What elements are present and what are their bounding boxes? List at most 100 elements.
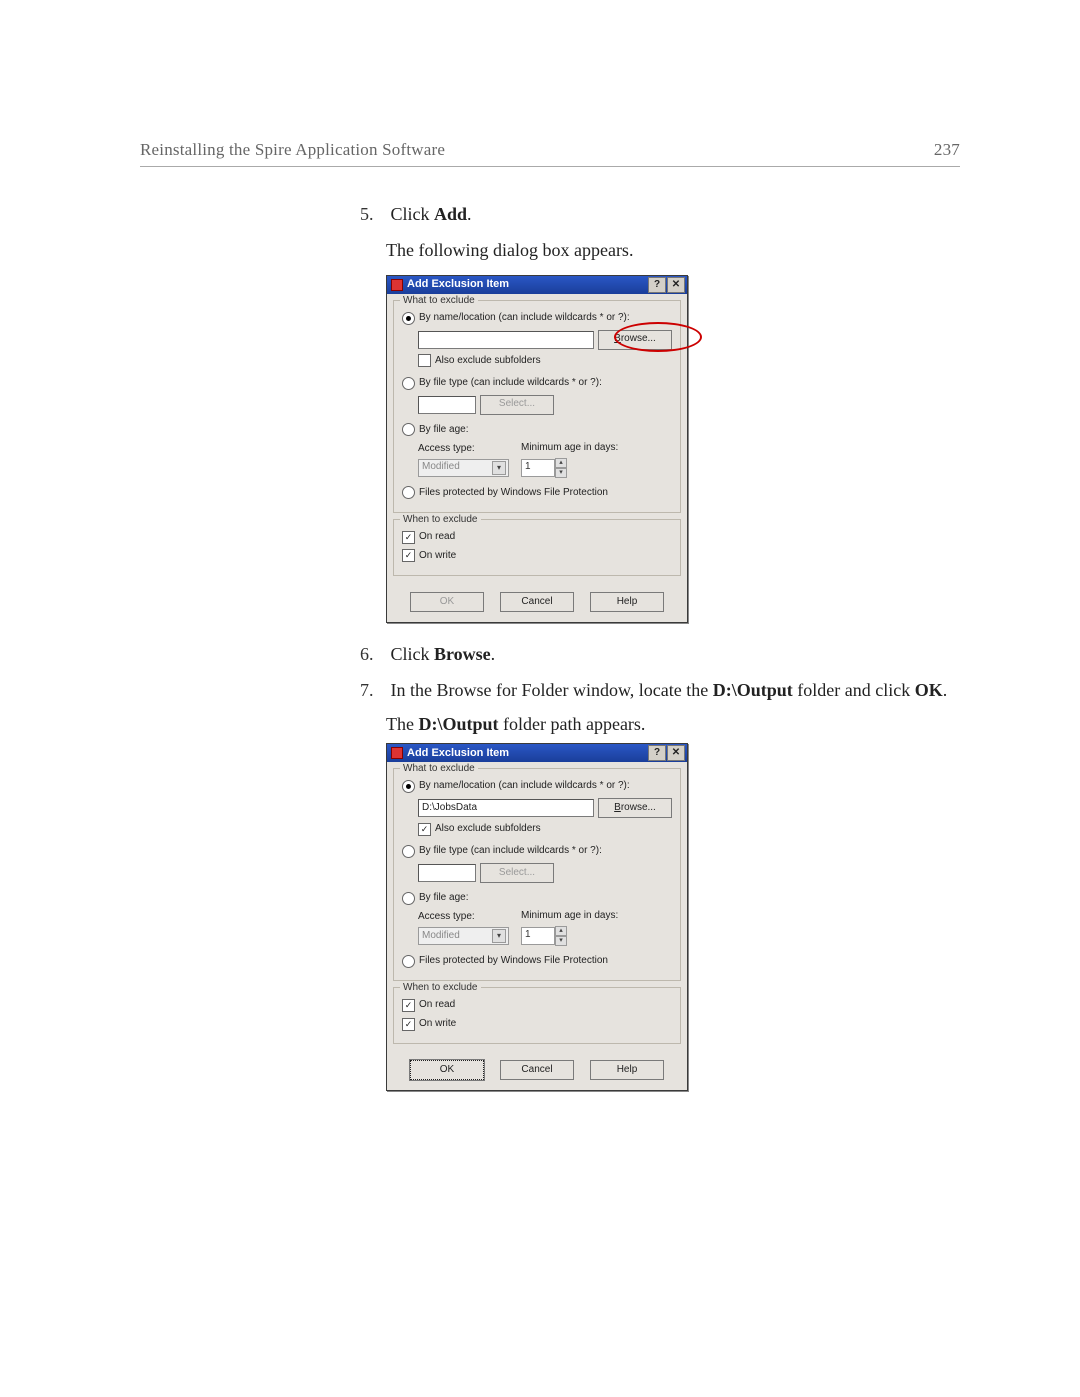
figure-dialog-1: Add Exclusion Item ? ✕ What to exclude B…: [386, 275, 960, 623]
on-read-label: On read: [419, 530, 455, 545]
radio-by-type-label: By file type (can include wildcards * or…: [419, 376, 602, 391]
file-type-input: [418, 864, 476, 882]
group-when-to-exclude: When to exclude On read On write: [393, 987, 681, 1044]
also-subfolders-label: Also exclude subfolders: [435, 822, 541, 837]
chevron-down-icon: ▾: [492, 929, 506, 943]
access-type-label: Access type:: [418, 910, 509, 925]
dialog-button-bar: OK Cancel Help: [387, 1050, 687, 1090]
checkbox-also-subfolders[interactable]: [418, 354, 431, 367]
on-read-label: On read: [419, 998, 455, 1013]
opt-by-type-row[interactable]: By file type (can include wildcards * or…: [402, 376, 672, 391]
opt-by-type-row[interactable]: By file type (can include wildcards * or…: [402, 844, 672, 859]
step-down-icon: ▾: [555, 936, 567, 946]
add-exclusion-dialog: Add Exclusion Item ? ✕ What to exclude B…: [386, 275, 688, 623]
radio-by-age-label: By file age:: [419, 423, 468, 438]
help-icon[interactable]: ?: [648, 277, 666, 293]
help-icon[interactable]: ?: [648, 745, 666, 761]
radio-by-name[interactable]: [402, 780, 415, 793]
checkbox-also-subfolders[interactable]: [418, 823, 431, 836]
step-6: 6. Click Browse.: [360, 641, 960, 667]
step-5-followup: The following dialog box appears.: [386, 237, 960, 263]
on-write-row[interactable]: On write: [402, 549, 672, 564]
app-icon: [391, 279, 403, 291]
radio-by-name-label: By name/location (can include wildcards …: [419, 779, 630, 794]
name-location-input[interactable]: D:\JobsData: [418, 799, 594, 817]
on-write-row[interactable]: On write: [402, 1017, 672, 1032]
group-when-to-exclude: When to exclude On read On write: [393, 519, 681, 576]
header-section-title: Reinstalling the Spire Application Softw…: [140, 140, 445, 160]
radio-by-age[interactable]: [402, 892, 415, 905]
step-up-icon: ▴: [555, 458, 567, 468]
checkbox-on-read[interactable]: [402, 999, 415, 1012]
group-what-to-exclude: What to exclude By name/location (can in…: [393, 300, 681, 513]
select-button: Select...: [480, 863, 554, 883]
radio-wfp[interactable]: [402, 955, 415, 968]
radio-wfp[interactable]: [402, 486, 415, 499]
step-7: 7. In the Browse for Folder window, loca…: [360, 677, 960, 1091]
browse-button[interactable]: Browse...: [598, 798, 672, 818]
cancel-button[interactable]: Cancel: [500, 1060, 574, 1080]
page-header: Reinstalling the Spire Application Softw…: [140, 140, 960, 167]
opt-by-name-row[interactable]: By name/location (can include wildcards …: [402, 311, 672, 326]
radio-wfp-label: Files protected by Windows File Protecti…: [419, 486, 608, 501]
step-6-text: Click Browse.: [391, 644, 496, 664]
also-subfolders-row[interactable]: Also exclude subfolders: [418, 354, 672, 369]
group-when-title: When to exclude: [400, 981, 481, 996]
figure-dialog-2: Add Exclusion Item ? ✕ What to exclude B…: [386, 743, 960, 1091]
dialog-titlebar: Add Exclusion Item ? ✕: [387, 276, 687, 294]
on-write-label: On write: [419, 549, 456, 564]
min-age-label: Minimum age in days:: [521, 909, 618, 924]
close-icon[interactable]: ✕: [667, 745, 685, 761]
opt-by-age-row[interactable]: By file age:: [402, 891, 672, 906]
radio-by-name[interactable]: [402, 312, 415, 325]
min-age-stepper: 1 ▴ ▾: [521, 926, 618, 946]
opt-by-name-row[interactable]: By name/location (can include wildcards …: [402, 779, 672, 794]
header-page-number: 237: [934, 140, 960, 160]
radio-by-type[interactable]: [402, 377, 415, 390]
add-exclusion-dialog-2: Add Exclusion Item ? ✕ What to exclude B…: [386, 743, 688, 1091]
help-button[interactable]: Help: [590, 592, 664, 612]
step-up-icon: ▴: [555, 926, 567, 936]
name-location-input[interactable]: [418, 331, 594, 349]
dialog-button-bar: OK Cancel Help: [387, 582, 687, 622]
select-button: Select...: [480, 395, 554, 415]
on-write-label: On write: [419, 1017, 456, 1032]
opt-wfp-row[interactable]: Files protected by Windows File Protecti…: [402, 954, 672, 969]
file-type-input: [418, 396, 476, 414]
checkbox-on-write[interactable]: [402, 549, 415, 562]
ok-button[interactable]: OK: [410, 1060, 484, 1080]
opt-by-age-row[interactable]: By file age:: [402, 423, 672, 438]
radio-by-type-label: By file type (can include wildcards * or…: [419, 844, 602, 859]
dialog-title: Add Exclusion Item: [407, 277, 509, 293]
on-read-row[interactable]: On read: [402, 530, 672, 545]
checkbox-on-read[interactable]: [402, 531, 415, 544]
radio-wfp-label: Files protected by Windows File Protecti…: [419, 954, 608, 969]
radio-by-name-label: By name/location (can include wildcards …: [419, 311, 630, 326]
step-7-number: 7.: [360, 677, 386, 703]
radio-by-type[interactable]: [402, 845, 415, 858]
chevron-down-icon: ▾: [492, 461, 506, 475]
step-5-number: 5.: [360, 201, 386, 227]
opt-wfp-row[interactable]: Files protected by Windows File Protecti…: [402, 486, 672, 501]
step-7-text: In the Browse for Folder window, locate …: [391, 680, 948, 700]
on-read-row[interactable]: On read: [402, 998, 672, 1013]
close-icon[interactable]: ✕: [667, 277, 685, 293]
radio-by-age-label: By file age:: [419, 891, 468, 906]
also-subfolders-row[interactable]: Also exclude subfolders: [418, 822, 672, 837]
min-age-label: Minimum age in days:: [521, 441, 618, 456]
cancel-button[interactable]: Cancel: [500, 592, 574, 612]
step-down-icon: ▾: [555, 468, 567, 478]
group-what-title: What to exclude: [400, 762, 478, 777]
checkbox-on-write[interactable]: [402, 1018, 415, 1031]
step-5: 5. Click Add. The following dialog box a…: [360, 201, 960, 623]
step-5-text: Click Add.: [391, 204, 472, 224]
access-type-label: Access type:: [418, 442, 509, 457]
access-type-select: Modified ▾: [418, 927, 509, 945]
group-what-to-exclude: What to exclude By name/location (can in…: [393, 768, 681, 981]
ok-button: OK: [410, 592, 484, 612]
help-button[interactable]: Help: [590, 1060, 664, 1080]
step-6-number: 6.: [360, 641, 386, 667]
group-when-title: When to exclude: [400, 513, 481, 528]
browse-button[interactable]: BBrowse...rowse...: [598, 330, 672, 350]
radio-by-age[interactable]: [402, 423, 415, 436]
